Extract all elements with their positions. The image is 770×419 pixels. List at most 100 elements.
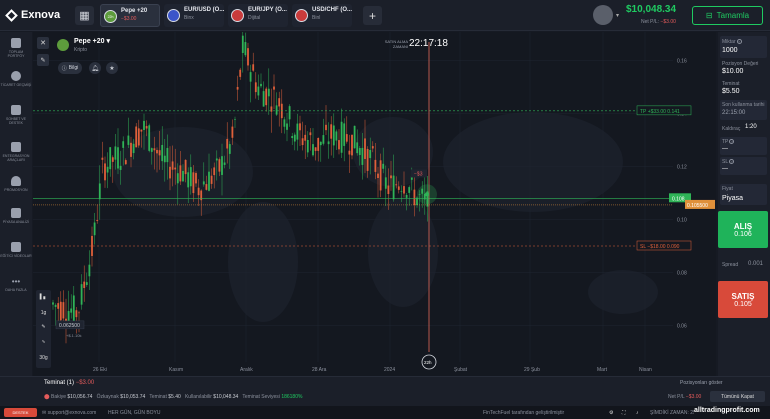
- asset-tab-eurusd[interactable]: EUR/USD (O... Binx: [164, 4, 224, 27]
- close-chart-button[interactable]: ✕: [37, 37, 49, 49]
- candle-body: [215, 158, 218, 161]
- timeframe-button[interactable]: 1g: [36, 310, 51, 316]
- candle-body: [161, 144, 164, 162]
- candle-body: [83, 281, 86, 288]
- grid-icon: ▦: [79, 10, 90, 22]
- info-button[interactable]: ⓘ Bilgi: [58, 62, 82, 74]
- support-button[interactable]: DESTEK: [4, 408, 37, 417]
- sidebar-item-tools[interactable]: ENTEGRASYON ARAÇLARI: [0, 142, 32, 162]
- add-tab-button[interactable]: +: [363, 6, 382, 25]
- candle-body: [143, 120, 145, 131]
- amount-value[interactable]: 1000: [722, 47, 738, 54]
- candle-body: [296, 123, 299, 140]
- asset-name[interactable]: Pepe +20 ▾: [74, 37, 110, 45]
- candle-body: [283, 119, 286, 127]
- bell-icon: 🔔︎: [91, 65, 99, 72]
- asset-tab-pepe[interactable]: 22h Pepe +20 −$3.00: [100, 4, 160, 27]
- candle-body: [104, 163, 106, 181]
- sidebar-item-chat[interactable]: SOHBET VE DESTEK: [0, 105, 32, 125]
- sidebar-item-videos[interactable]: EĞİTİCİ VİDEOLAR: [0, 242, 32, 258]
- price-chart[interactable]: 0.160.140.120.100.080.0626 EkiKasımAralı…: [33, 32, 716, 376]
- avatar[interactable]: [593, 5, 613, 25]
- buy-button[interactable]: ALIŞ 0.106: [718, 211, 768, 248]
- account-summary: ⬤ Bakiye $10,056.74 Özkaynak $10,053.74 …: [44, 394, 303, 400]
- candle-body: [117, 147, 119, 169]
- candle-body: [80, 284, 83, 305]
- topup-button[interactable]: ⊟ Tamamla: [692, 6, 763, 25]
- sl-value[interactable]: —: [722, 166, 728, 172]
- expiry-value[interactable]: 22:15:00: [722, 110, 745, 116]
- settings-icon[interactable]: ⚙: [609, 410, 613, 416]
- positions-count[interactable]: Teminat (1) −$3.00: [44, 380, 94, 386]
- candle-body: [54, 304, 57, 307]
- favorite-button[interactable]: ★: [106, 62, 118, 74]
- help-icon[interactable]: ?: [729, 139, 735, 144]
- candle-body: [78, 312, 80, 314]
- candle-body: [130, 142, 132, 157]
- candle-body: [260, 83, 262, 87]
- fullscreen-icon[interactable]: ⛶: [622, 410, 626, 416]
- period-button[interactable]: 30g: [36, 355, 51, 361]
- candle-body: [353, 125, 356, 149]
- video-icon: [11, 242, 21, 252]
- alert-button[interactable]: 🔔︎: [89, 62, 101, 74]
- app-logo[interactable]: Exnova: [5, 8, 60, 22]
- indicators-button[interactable]: ∿: [36, 339, 51, 345]
- analysis-icon: [11, 208, 21, 218]
- candle-body: [109, 147, 112, 170]
- draw-tool-button[interactable]: ✎: [37, 54, 49, 66]
- candle-body: [197, 187, 200, 196]
- candle-body: [234, 119, 236, 120]
- sell-button[interactable]: SATIŞ 0.105: [718, 281, 768, 318]
- candle-body: [210, 175, 213, 184]
- account-balance[interactable]: $10,048.34: [626, 4, 676, 15]
- candle-body: [228, 144, 231, 154]
- apps-grid-button[interactable]: ▦: [75, 6, 94, 25]
- flag-icon: [295, 9, 308, 22]
- support-email[interactable]: ✉ support@exnova.com: [42, 410, 96, 416]
- close-all-button[interactable]: Tümünü Kapat: [710, 391, 765, 402]
- candle-body: [75, 310, 78, 318]
- sound-icon[interactable]: ♪: [636, 410, 639, 416]
- draw-button[interactable]: ✎: [36, 324, 51, 330]
- chevron-down-icon[interactable]: ▾: [616, 12, 619, 19]
- candle-body: [345, 134, 348, 142]
- candle-body: [356, 142, 359, 154]
- chart-type-button[interactable]: ▌▖: [36, 294, 51, 300]
- x-tick-label: Şubat: [454, 367, 468, 373]
- price-type-value[interactable]: Piyasa: [722, 195, 743, 202]
- candle-body: [265, 88, 268, 106]
- asset-tab-usdchf[interactable]: USD/CHF (O... Binl: [292, 4, 352, 27]
- expiry-badge-label: 22h: [424, 360, 432, 365]
- chart-area[interactable]: 0.160.140.120.100.080.0626 EkiKasımAralı…: [33, 32, 716, 376]
- help-icon[interactable]: ?: [729, 159, 735, 164]
- candle-body: [278, 98, 281, 107]
- asset-tab-eurjpy[interactable]: EUR/JPY (O... Dijital: [228, 4, 288, 27]
- candle-body: [85, 282, 88, 285]
- sidebar-item-promo[interactable]: PROMOSYON: [0, 176, 32, 192]
- more-icon: •••: [11, 277, 21, 286]
- help-icon[interactable]: ?: [736, 39, 742, 44]
- position-value-label: Pozisyon Değeri: [722, 61, 759, 67]
- leverage-value[interactable]: 1:20: [745, 124, 757, 130]
- sidebar-item-analysis[interactable]: PİYASA ANALİZİ: [0, 208, 32, 224]
- candle-body: [249, 72, 252, 82]
- candle-body: [330, 124, 333, 139]
- candle-body: [267, 88, 270, 97]
- candle-body: [395, 184, 398, 186]
- mail-icon: ✉: [42, 409, 47, 416]
- candle-body: [221, 156, 223, 175]
- candle-body: [390, 175, 392, 179]
- x-tick-label: Aralık: [240, 367, 253, 373]
- open-price-label: 0.105500: [687, 203, 708, 209]
- sidebar-item-more[interactable]: ••• DAHA FAZLA: [0, 277, 32, 293]
- show-positions-button[interactable]: Pozisyonları göster: [680, 380, 723, 386]
- candle-body: [405, 194, 408, 198]
- tp-tag-label: TP +$33.00 0.141: [640, 109, 680, 115]
- candle-body: [163, 155, 166, 163]
- net-pl: Net P/L: −$3.00: [641, 19, 676, 25]
- tp-value[interactable]: —: [722, 146, 728, 152]
- sidebar-item-history[interactable]: TİCARET GEÇMİŞİ: [0, 71, 32, 87]
- history-icon: [11, 71, 21, 81]
- sidebar-item-portfolio[interactable]: TOPLAM PORTFÖY: [0, 38, 32, 58]
